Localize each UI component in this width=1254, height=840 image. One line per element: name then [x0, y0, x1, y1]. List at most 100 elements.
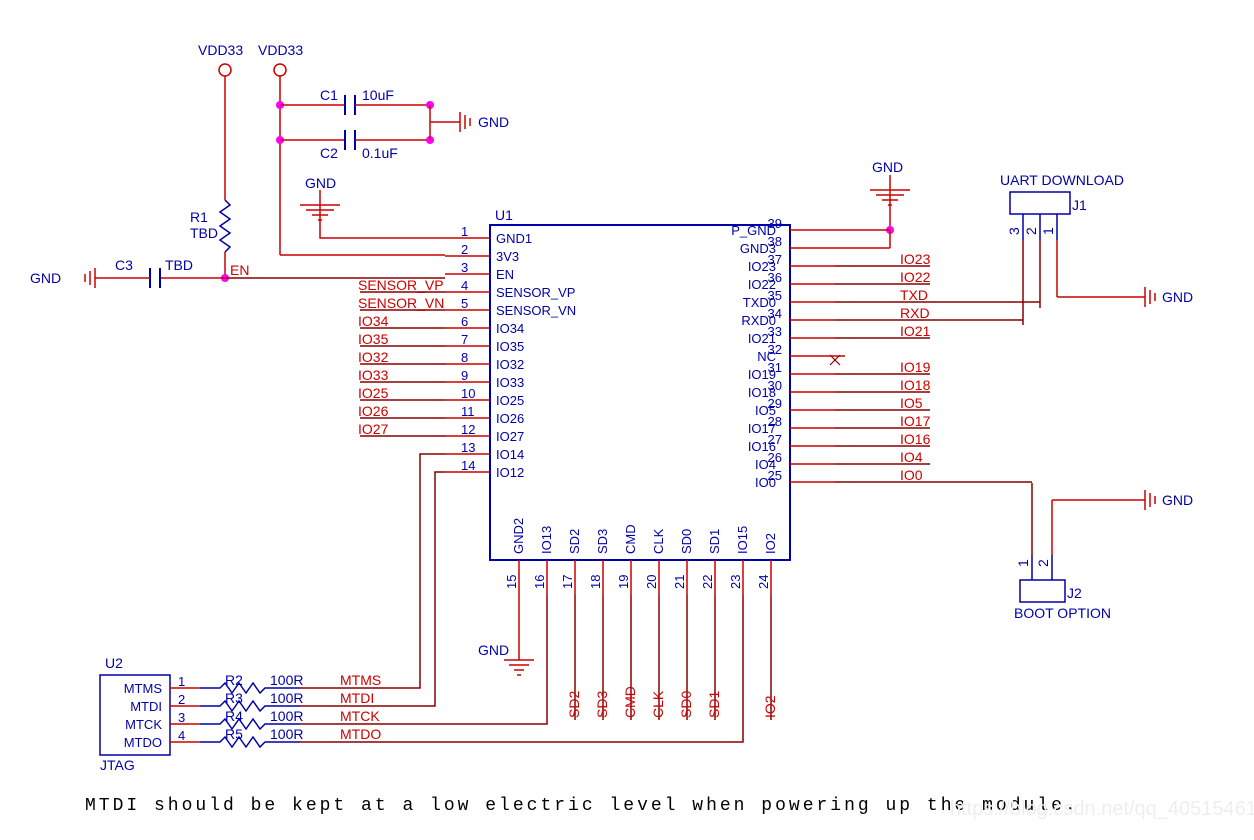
svg-text:IO33: IO33	[358, 367, 389, 383]
svg-text:IO21: IO21	[900, 323, 931, 339]
svg-text:EN: EN	[496, 267, 514, 282]
svg-text:SD2: SD2	[567, 529, 582, 554]
svg-text:8: 8	[461, 350, 468, 365]
svg-text:IO23: IO23	[900, 251, 931, 267]
svg-text:IO25: IO25	[496, 393, 524, 408]
svg-text:TXD: TXD	[900, 287, 928, 303]
svg-text:IO14: IO14	[496, 447, 524, 462]
svg-text:2: 2	[1035, 559, 1051, 567]
svg-text:SD3: SD3	[594, 691, 610, 718]
svg-text:GND: GND	[478, 642, 509, 658]
svg-text:1: 1	[178, 674, 185, 689]
svg-text:SENSOR_VP: SENSOR_VP	[496, 285, 575, 300]
svg-text:MTMS: MTMS	[124, 681, 163, 696]
svg-text:VDD33: VDD33	[258, 42, 303, 58]
en-rc: GND EN C3 TBD GND	[30, 175, 445, 288]
svg-text:100R: 100R	[270, 726, 303, 742]
svg-text:IO34: IO34	[358, 313, 389, 329]
svg-text:IO4: IO4	[900, 449, 923, 465]
svg-text:SD0: SD0	[678, 691, 694, 718]
svg-text:TBD: TBD	[190, 225, 218, 241]
svg-text:SD3: SD3	[595, 529, 610, 554]
svg-text:GND: GND	[1162, 289, 1193, 305]
decoupling-caps: C1 10uF C2 0.1uF GND	[280, 87, 509, 161]
svg-text:IO17: IO17	[900, 413, 931, 429]
svg-text:18: 18	[588, 575, 603, 589]
svg-text:14: 14	[461, 458, 475, 473]
svg-text:3: 3	[178, 710, 185, 725]
svg-text:GND1: GND1	[496, 231, 532, 246]
svg-text:16: 16	[532, 575, 547, 589]
svg-text:19: 19	[616, 575, 631, 589]
svg-text:IO2: IO2	[762, 695, 778, 718]
svg-text:24: 24	[756, 575, 771, 589]
svg-text:GND: GND	[30, 270, 61, 286]
svg-text:C3: C3	[115, 257, 133, 273]
svg-text:21: 21	[672, 575, 687, 589]
svg-text:IO19: IO19	[900, 359, 931, 375]
svg-text:IO12: IO12	[496, 465, 524, 480]
svg-text:IO13: IO13	[539, 526, 554, 554]
svg-text:IO27: IO27	[496, 429, 524, 444]
svg-text:IO0: IO0	[755, 475, 776, 490]
svg-text:9: 9	[461, 368, 468, 383]
svg-text:IO2: IO2	[763, 533, 778, 554]
svg-text:J2: J2	[1067, 585, 1082, 601]
svg-text:EN: EN	[230, 262, 249, 278]
svg-text:10: 10	[461, 386, 475, 401]
svg-text:GND2: GND2	[511, 518, 526, 554]
svg-text:100R: 100R	[270, 708, 303, 724]
svg-text:JTAG: JTAG	[100, 757, 135, 773]
svg-text:MTDI: MTDI	[340, 690, 374, 706]
svg-text:SENSOR_VN: SENSOR_VN	[358, 295, 444, 311]
svg-text:IO5: IO5	[900, 395, 923, 411]
svg-text:2: 2	[178, 692, 185, 707]
svg-text:GND: GND	[305, 175, 336, 191]
svg-text:SD1: SD1	[706, 691, 722, 718]
svg-text:U1: U1	[495, 207, 513, 223]
svg-text:IO32: IO32	[358, 349, 389, 365]
svg-text:100R: 100R	[270, 690, 303, 706]
svg-text:UART DOWNLOAD: UART DOWNLOAD	[1000, 172, 1124, 188]
svg-text:J1: J1	[1072, 197, 1087, 213]
u2-jtag: U2 JTAG	[100, 655, 170, 773]
svg-text:IO16: IO16	[900, 431, 931, 447]
svg-text:23: 23	[728, 575, 743, 589]
svg-text:2: 2	[1023, 227, 1039, 235]
svg-text:IO34: IO34	[496, 321, 524, 336]
svg-text:SENSOR_VP: SENSOR_VP	[358, 277, 444, 293]
svg-text:7: 7	[461, 332, 468, 347]
svg-text:SD2: SD2	[566, 691, 582, 718]
svg-text:3: 3	[1006, 227, 1022, 235]
svg-text:IO33: IO33	[496, 375, 524, 390]
svg-text:IO18: IO18	[900, 377, 931, 393]
svg-text:0.1uF: 0.1uF	[362, 145, 398, 161]
svg-text:3V3: 3V3	[496, 249, 519, 264]
svg-text:MTDO: MTDO	[124, 735, 162, 750]
svg-text:CLK: CLK	[650, 690, 666, 718]
svg-text:CLK: CLK	[651, 528, 666, 554]
svg-text:IO32: IO32	[496, 357, 524, 372]
svg-text:CMD: CMD	[622, 686, 638, 718]
svg-text:1: 1	[461, 224, 468, 239]
svg-text:IO0: IO0	[900, 467, 923, 483]
svg-text:TBD: TBD	[165, 257, 193, 273]
gnd-bottom-ic: GND	[478, 595, 534, 675]
svg-text:BOOT OPTION: BOOT OPTION	[1014, 605, 1111, 621]
svg-text:MTCK: MTCK	[340, 708, 380, 724]
svg-text:SD0: SD0	[679, 529, 694, 554]
svg-text:RXD: RXD	[900, 305, 930, 321]
svg-text:5: 5	[461, 296, 468, 311]
svg-text:SENSOR_VN: SENSOR_VN	[496, 303, 576, 318]
svg-text:CMD: CMD	[623, 524, 638, 554]
svg-text:13: 13	[461, 440, 475, 455]
svg-text:11: 11	[461, 404, 475, 419]
svg-text:C1: C1	[320, 87, 338, 103]
svg-text:MTDO: MTDO	[340, 726, 381, 742]
svg-text:IO35: IO35	[358, 331, 389, 347]
svg-text:MTCK: MTCK	[125, 717, 162, 732]
svg-text:IO25: IO25	[358, 385, 389, 401]
svg-text:2: 2	[461, 242, 468, 257]
svg-text:GND: GND	[872, 159, 903, 175]
u1-ic: U1	[490, 207, 790, 560]
